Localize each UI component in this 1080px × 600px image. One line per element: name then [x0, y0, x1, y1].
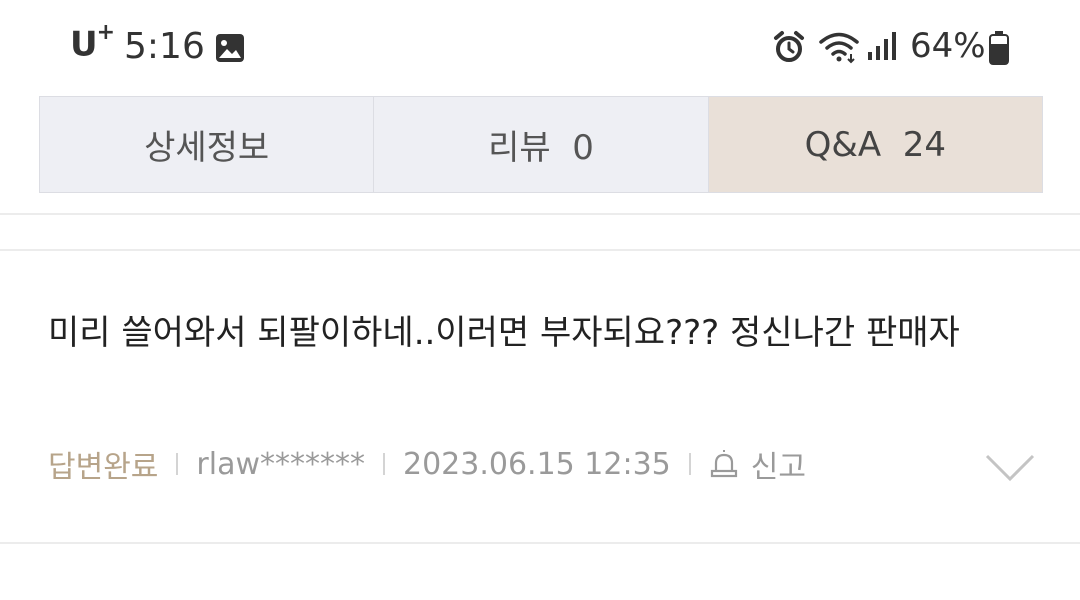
tab-reviews[interactable]: 리뷰 0 [374, 97, 709, 192]
separator [383, 453, 385, 475]
carrier-label: U+ [70, 20, 115, 65]
tab-details[interactable]: 상세정보 [40, 97, 375, 192]
divider [0, 249, 1080, 251]
qa-meta: 답변완료 rlaw******* 2023.06.15 12:35 신고 [48, 440, 806, 488]
report-button[interactable]: 신고 [709, 442, 806, 486]
product-tabs: 상세정보 리뷰 0 Q&A 24 [39, 96, 1043, 193]
battery-icon [989, 31, 1009, 65]
battery-percent: 64% [910, 26, 986, 66]
author-name: rlaw******* [196, 446, 365, 482]
separator [688, 453, 691, 475]
post-datetime: 2023.06.15 12:35 [403, 446, 671, 482]
signal-icon [868, 32, 896, 60]
qa-question-text[interactable]: 미리 쓸어와서 되팔이하네..이러면 부자되요??? 정신나간 판매자 [48, 304, 1028, 362]
divider [0, 213, 1080, 215]
answer-status-badge: 답변완료 [48, 450, 159, 485]
status-bar: U+ 5:16 64% [0, 0, 1080, 96]
alarm-icon [774, 31, 804, 62]
chevron-down-icon[interactable] [984, 452, 1036, 484]
tab-qa[interactable]: Q&A 24 [708, 97, 1042, 192]
divider [0, 542, 1080, 544]
separator [176, 453, 179, 475]
clock-time: 5:16 [124, 26, 205, 67]
wifi-icon [819, 32, 859, 64]
siren-icon [710, 450, 737, 478]
gallery-icon [216, 34, 244, 62]
report-label: 신고 [750, 450, 806, 485]
